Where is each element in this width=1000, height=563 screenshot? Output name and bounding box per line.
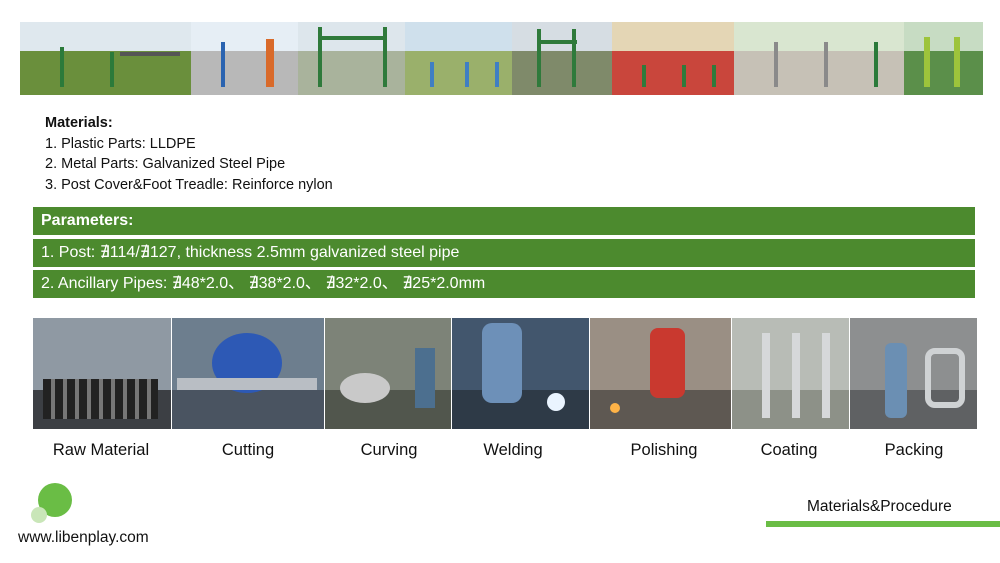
equipment-photo-court — [612, 22, 734, 95]
procedure-label-coating: Coating — [760, 441, 818, 459]
logo-small-circle-icon — [31, 507, 47, 523]
parameters-title: Parameters: — [33, 207, 975, 235]
procedure-label-welding: Welding — [483, 441, 543, 459]
materials-item: 1. Plastic Parts: LLDPE — [45, 135, 196, 152]
materials-list: Materials: 1. Plastic Parts: LLDPE 2. Me… — [45, 113, 333, 195]
equipment-photo-park — [20, 22, 191, 95]
equipment-photo-pullup — [298, 22, 405, 95]
equipment-photo-bars — [512, 22, 612, 95]
parameters-post: 1. Post: ∄114/∄127, thickness 2.5mm galv… — [33, 239, 975, 267]
materials-title: Materials: — [45, 115, 113, 131]
procedure-label-cutting: Cutting — [221, 441, 275, 459]
equipment-photo-strip — [20, 22, 983, 95]
section-title-underline — [766, 521, 1000, 527]
equipment-photo-row — [405, 22, 512, 95]
equipment-photo-closeup — [904, 22, 983, 95]
equipment-photo-stepper — [191, 22, 298, 95]
curving-photo — [324, 318, 452, 429]
cutting-photo — [171, 318, 325, 429]
procedure-photo-strip — [33, 318, 978, 429]
materials-item: 2. Metal Parts: Galvanized Steel Pipe — [45, 156, 286, 172]
materials-item: 3. Post Cover&Foot Treadle: Reinforce ny… — [45, 176, 333, 193]
raw-material-photo — [33, 318, 172, 429]
section-title: Materials&Procedure — [807, 498, 952, 515]
procedure-label-curving: Curving — [360, 441, 418, 459]
website-url[interactable]: www.libenplay.com — [18, 529, 149, 547]
packing-photo — [849, 318, 978, 429]
welding-photo — [451, 318, 590, 429]
procedure-label-polishing: Polishing — [630, 441, 698, 459]
parameters-pipes: 2. Ancillary Pipes: ∄48*2.0、 ∄38*2.0、 ∄3… — [33, 270, 975, 298]
polishing-photo — [589, 318, 732, 429]
procedure-label-raw-material: Raw Material — [52, 441, 150, 459]
coating-photo — [731, 318, 850, 429]
procedure-label-packing: Packing — [884, 441, 944, 459]
equipment-photo-plaza — [734, 22, 904, 95]
